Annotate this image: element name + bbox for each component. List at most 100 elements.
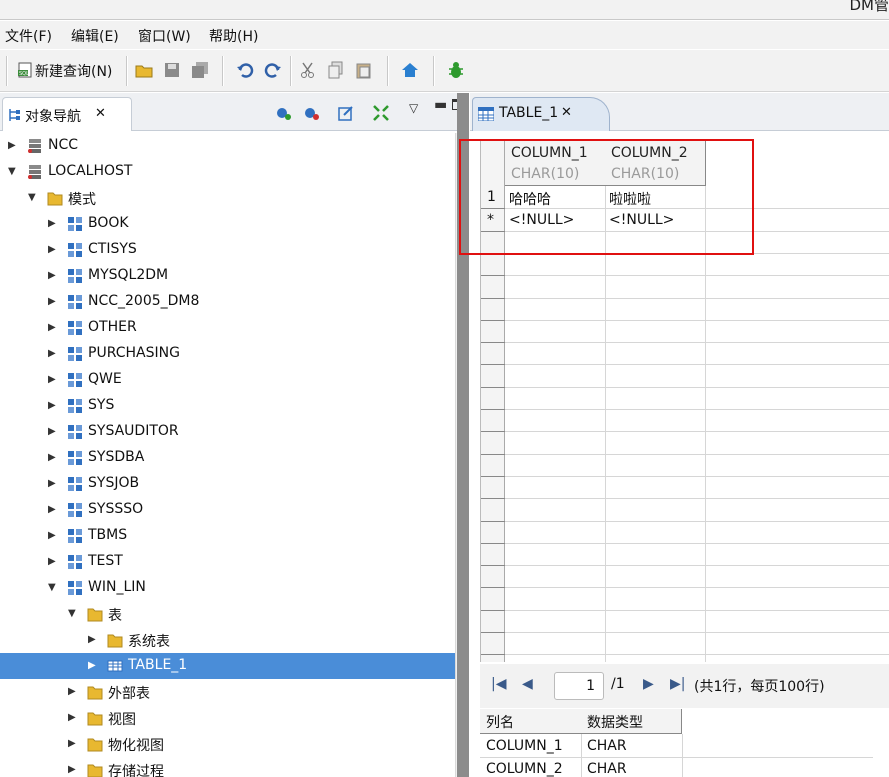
first-page-icon[interactable]: |◀	[491, 676, 506, 692]
chevron-right-icon[interactable]: ▶	[48, 503, 60, 517]
expand-all-icon[interactable]	[373, 105, 389, 121]
edit-icon[interactable]	[338, 105, 354, 121]
chevron-right-icon[interactable]: ▶	[48, 373, 60, 387]
tree-item[interactable]: ▶ SYSSSO	[0, 497, 455, 523]
tree-item[interactable]: ▶ MYSQL2DM	[0, 263, 455, 289]
grid-row-line	[481, 298, 889, 299]
chevron-right-icon[interactable]: ▶	[48, 529, 60, 543]
close-tab-icon[interactable]: ✕	[95, 106, 106, 121]
new-query-button[interactable]: 新建查询(N)	[35, 61, 112, 81]
save-icon[interactable]	[163, 61, 181, 79]
chevron-right-icon[interactable]: ▶	[68, 763, 80, 777]
prev-page-icon[interactable]: ◀	[522, 676, 533, 692]
chevron-right-icon[interactable]: ▶	[68, 711, 80, 725]
grid-row-line	[481, 476, 889, 477]
tree-item[interactable]: ▶ SYSJOB	[0, 471, 455, 497]
tree-item[interactable]: ▶ OTHER	[0, 315, 455, 341]
tree-item[interactable]: ▶ 外部表	[0, 679, 455, 705]
tree-item[interactable]: ▼ 模式	[0, 185, 455, 211]
gutter-line	[481, 610, 505, 611]
save-all-icon[interactable]	[191, 61, 209, 79]
tree-item[interactable]: ▶ SYSAUDITOR	[0, 419, 455, 445]
schema-icon	[67, 346, 83, 362]
menu-file[interactable]: 文件(F)	[5, 26, 52, 46]
tree-item[interactable]: ▶ 视图	[0, 705, 455, 731]
chevron-right-icon[interactable]: ▶	[88, 633, 100, 647]
chevron-right-icon[interactable]: ▶	[48, 347, 60, 361]
next-page-icon[interactable]: ▶	[643, 676, 654, 692]
copy-icon[interactable]	[327, 61, 345, 79]
chevron-right-icon[interactable]: ▶	[68, 685, 80, 699]
chevron-down-icon[interactable]: ▼	[48, 581, 60, 595]
tree-item[interactable]: ▶ SYS	[0, 393, 455, 419]
schema-icon	[67, 398, 83, 414]
last-page-icon[interactable]: ▶|	[670, 676, 685, 692]
paste-icon[interactable]	[355, 61, 373, 79]
connect-icon[interactable]	[276, 105, 292, 121]
grid-row-line	[481, 521, 889, 522]
tree-item[interactable]: ▶ BOOK	[0, 211, 455, 237]
tree-item-label: 模式	[68, 192, 96, 208]
new-query-icon[interactable]: SQL	[17, 61, 35, 79]
tree-item[interactable]: ▼ WIN_LIN	[0, 575, 455, 601]
tree-item-label: PURCHASING	[88, 345, 180, 361]
chevron-right-icon[interactable]: ▶	[48, 425, 60, 439]
page-input[interactable]: 1	[554, 672, 604, 700]
tree-item[interactable]: ▼ 表	[0, 601, 455, 627]
chevron-right-icon[interactable]: ▶	[48, 217, 60, 231]
minimize-icon[interactable]: ▬	[434, 97, 447, 113]
menu-edit[interactable]: 编辑(E)	[71, 26, 119, 46]
chevron-right-icon[interactable]: ▶	[48, 269, 60, 283]
toolbar-separator	[290, 56, 292, 86]
tab-object-navigator[interactable]: 对象导航 ✕	[2, 97, 132, 131]
menu-help[interactable]: 帮助(H)	[209, 26, 258, 46]
column-header-type[interactable]: 数据类型	[581, 709, 682, 734]
chevron-right-icon[interactable]: ▶	[48, 477, 60, 491]
svg-text:SQL: SQL	[19, 71, 29, 77]
chevron-down-icon[interactable]: ▼	[68, 607, 80, 621]
cut-icon[interactable]	[299, 61, 317, 79]
chevron-right-icon[interactable]: ▶	[48, 399, 60, 413]
undo-icon[interactable]	[236, 61, 254, 79]
chevron-right-icon[interactable]: ▶	[48, 451, 60, 465]
chevron-right-icon[interactable]: ▶	[48, 321, 60, 335]
home-icon[interactable]	[401, 61, 419, 79]
grid-row-line	[481, 454, 889, 455]
tree-item[interactable]: ▶ TBMS	[0, 523, 455, 549]
object-tree: ▶ NCC ▼ LOCALHOST ▼ 模式 ▶ BOOK ▶ CTISYS ▶ MYSQL2DM ▶ N…	[0, 133, 455, 777]
menu-window[interactable]: 窗口(W)	[138, 26, 191, 46]
tree-item[interactable]: ▶ TEST	[0, 549, 455, 575]
chevron-right-icon[interactable]: ▶	[48, 295, 60, 309]
tree-item-label: 存储过程	[108, 764, 164, 777]
schema-icon	[67, 216, 83, 232]
chevron-right-icon[interactable]: ▶	[48, 555, 60, 569]
tree-item[interactable]: ▼ LOCALHOST	[0, 159, 455, 185]
chevron-right-icon[interactable]: ▶	[88, 659, 100, 673]
debug-icon[interactable]	[447, 61, 465, 79]
close-tab-icon[interactable]: ✕	[561, 105, 572, 120]
column-header-name[interactable]: 列名	[480, 709, 582, 734]
schema-icon	[67, 294, 83, 310]
chevron-down-icon[interactable]: ▼	[28, 191, 40, 205]
tree-item[interactable]: ▶ 系统表	[0, 627, 455, 653]
tree-item[interactable]: ▶ PURCHASING	[0, 341, 455, 367]
tree-item[interactable]: ▶ 物化视图	[0, 731, 455, 757]
open-folder-icon[interactable]	[135, 61, 153, 79]
tree-item[interactable]: ▶ NCC	[0, 133, 455, 159]
tab-table-1[interactable]: TABLE_1 ✕	[472, 97, 610, 131]
disconnect-icon[interactable]	[304, 105, 320, 121]
chevron-right-icon[interactable]: ▶	[68, 737, 80, 751]
tree-item[interactable]: ▶ SYSDBA	[0, 445, 455, 471]
redo-icon[interactable]	[264, 61, 282, 79]
chevron-right-icon[interactable]: ▶	[8, 139, 20, 153]
table-icon	[478, 107, 494, 121]
view-menu-icon[interactable]: ▽	[409, 101, 418, 115]
tree-item[interactable]: ▶ CTISYS	[0, 237, 455, 263]
tree-item[interactable]: ▶ 存储过程	[0, 757, 455, 777]
grid-row-line	[481, 431, 889, 432]
tree-item[interactable]: ▶ NCC_2005_DM8	[0, 289, 455, 315]
chevron-down-icon[interactable]: ▼	[8, 165, 20, 179]
chevron-right-icon[interactable]: ▶	[48, 243, 60, 257]
tree-item[interactable]: ▶ TABLE_1	[0, 653, 455, 679]
tree-item[interactable]: ▶ QWE	[0, 367, 455, 393]
